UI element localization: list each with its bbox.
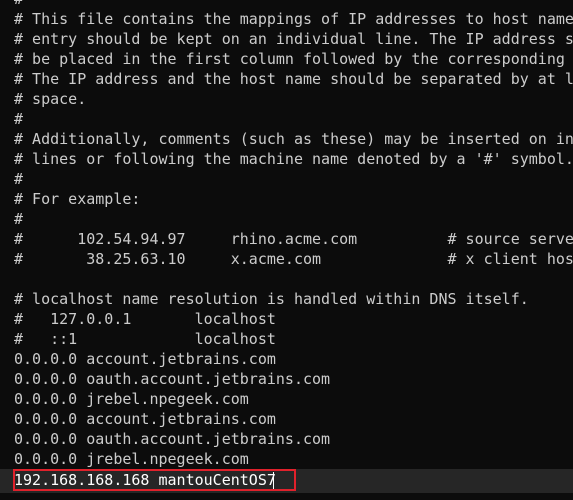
file-line: # lines or following the machine name de… [14,150,573,168]
file-line: # 127.0.0.1 localhost [14,310,276,328]
file-line: # [14,170,24,188]
file-line: # localhost name resolution is handled w… [14,290,529,308]
file-line: 0.0.0.0 account.jetbrains.com [14,410,276,428]
file-line: 0.0.0.0 jrebel.npegeek.com [14,450,249,468]
file-line: # 38.25.63.10 x.acme.com # x client host [14,250,573,268]
file-line: 0.0.0.0 account.jetbrains.com [14,350,276,368]
text-cursor [273,472,274,489]
text-editor[interactable]: # # This file contains the mappings of I… [0,0,573,500]
red-annotation-box [13,469,296,491]
top-line-fragment: # [14,0,23,9]
file-line: # This file contains the mappings of IP … [14,10,573,28]
file-line: # Additionally, comments (such as these)… [14,130,573,148]
file-line: # space. [14,90,87,108]
file-line: # be placed in the first column followed… [14,50,565,68]
file-line: # ::1 localhost [14,330,276,348]
file-line: # [14,210,24,228]
file-line: 0.0.0.0 jrebel.npegeek.com [14,390,249,408]
file-line: 0.0.0.0 oauth.account.jetbrains.com [14,370,331,388]
file-line: # [14,110,24,128]
file-line: # For example: [14,190,141,208]
file-line: # 102.54.94.97 rhino.acme.com # source s… [14,230,573,248]
file-line: # The IP address and the host name shoul… [14,70,573,88]
file-line: 0.0.0.0 oauth.account.jetbrains.com [14,430,331,448]
file-line: # entry should be kept on an individual … [14,30,573,48]
